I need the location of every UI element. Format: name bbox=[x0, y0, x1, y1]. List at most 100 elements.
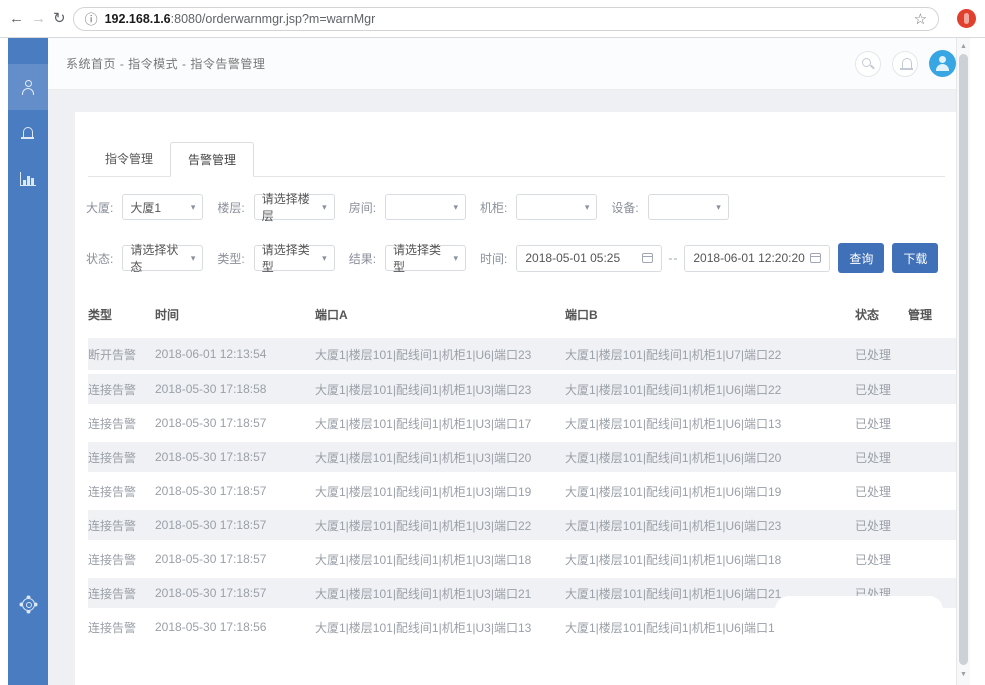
cell-manage bbox=[908, 372, 958, 406]
back-button[interactable]: ← bbox=[9, 11, 24, 26]
cell-time: 2018-05-30 17:18:58 bbox=[155, 372, 315, 406]
cell-type: 连接告警 bbox=[88, 610, 155, 644]
time-from-input[interactable]: 2018-05-01 05:25 bbox=[516, 245, 662, 272]
type-select[interactable]: 请选择类型▾ bbox=[254, 245, 335, 271]
cell-status: 已处理 bbox=[855, 474, 908, 508]
time-to-input[interactable]: 2018-06-01 12:20:20 bbox=[684, 245, 830, 272]
cell-status: 已处理 bbox=[855, 508, 908, 542]
alarm-table: 类型 时间 端口A 端口B 状态 管理 断开告警2018-06-01 12:13… bbox=[88, 306, 958, 646]
table-row[interactable]: 连接告警2018-05-30 17:18:57大厦1|楼层101|配线间1|机柜… bbox=[88, 542, 958, 576]
search-button[interactable] bbox=[855, 51, 881, 77]
cell-status: 已处理 bbox=[855, 372, 908, 406]
col-portA: 端口A bbox=[315, 306, 565, 338]
address-bar[interactable]: ⓘ 192.168.1.6:8080/orderwarnmgr.jsp?m=wa… bbox=[73, 7, 940, 31]
tab-bar: 指令管理 告警管理 bbox=[88, 142, 945, 177]
bookmark-star-icon[interactable]: ☆ bbox=[914, 10, 927, 28]
floor-select-value: 请选择楼层 bbox=[262, 190, 318, 224]
time-label: 时间: bbox=[480, 250, 507, 267]
download-button[interactable]: 下载 bbox=[892, 243, 938, 273]
cell-portA: 大厦1|楼层101|配线间1|机柜1|U6|端口23 bbox=[315, 338, 565, 372]
browser-profile-icon[interactable] bbox=[957, 9, 976, 28]
sidebar-item-users[interactable] bbox=[8, 64, 48, 110]
calendar-icon[interactable] bbox=[642, 253, 653, 263]
chevron-down-icon: ▾ bbox=[191, 202, 196, 213]
cell-type: 连接告警 bbox=[88, 372, 155, 406]
col-portB: 端口B bbox=[565, 306, 855, 338]
avatar[interactable] bbox=[929, 50, 956, 77]
table-row[interactable]: 断开告警2018-06-01 12:13:54大厦1|楼层101|配线间1|机柜… bbox=[88, 338, 958, 372]
scroll-down-icon[interactable]: ▼ bbox=[957, 668, 970, 681]
sidebar-item-reports[interactable] bbox=[8, 156, 48, 202]
chevron-down-icon: ▾ bbox=[454, 202, 459, 213]
status-select[interactable]: 请选择状态▾ bbox=[122, 245, 203, 271]
time-range-separator: -- bbox=[668, 251, 678, 265]
query-button[interactable]: 查询 bbox=[838, 243, 884, 273]
table-header-row: 类型 时间 端口A 端口B 状态 管理 bbox=[88, 306, 958, 338]
building-select-value: 大厦1 bbox=[130, 199, 161, 216]
result-select[interactable]: 请选择类型▾ bbox=[385, 245, 466, 271]
tab-alarm-mgmt[interactable]: 告警管理 bbox=[170, 142, 254, 177]
cell-portA: 大厦1|楼层101|配线间1|机柜1|U3|端口18 bbox=[315, 542, 565, 576]
scrollbar-thumb[interactable] bbox=[959, 54, 968, 665]
col-time: 时间 bbox=[155, 306, 315, 338]
white-artifact-overlay bbox=[775, 596, 943, 644]
tab-order-mgmt[interactable]: 指令管理 bbox=[88, 142, 170, 176]
filter-row-criteria: 状态: 请选择状态▾ 类型: 请选择类型▾ 结果: 请选择类型▾ 时间: 201… bbox=[86, 243, 958, 273]
building-select[interactable]: 大厦1 ▾ bbox=[122, 194, 203, 220]
cell-time: 2018-05-30 17:18:57 bbox=[155, 406, 315, 440]
cell-type: 连接告警 bbox=[88, 542, 155, 576]
chevron-down-icon: ▾ bbox=[454, 253, 459, 264]
sidebar-item-alarms[interactable] bbox=[8, 110, 48, 156]
filter-row-location: 大厦: 大厦1▾ 楼层: 请选择楼层▾ 房间: ▾ 机柜: ▾ 设备: ▾ bbox=[86, 194, 958, 220]
col-type: 类型 bbox=[88, 306, 155, 338]
cell-type: 连接告警 bbox=[88, 508, 155, 542]
col-status: 状态 bbox=[855, 306, 908, 338]
cell-time: 2018-05-30 17:18:56 bbox=[155, 610, 315, 644]
cell-time: 2018-05-30 17:18:57 bbox=[155, 440, 315, 474]
cell-manage bbox=[908, 508, 958, 542]
room-select[interactable]: ▾ bbox=[385, 194, 466, 220]
cell-portB: 大厦1|楼层101|配线间1|机柜1|U6|端口13 bbox=[565, 406, 855, 440]
reload-button[interactable]: ↻ bbox=[53, 11, 66, 26]
cell-portA: 大厦1|楼层101|配线间1|机柜1|U3|端口17 bbox=[315, 406, 565, 440]
content-area: 指令管理 告警管理 大厦: 大厦1▾ 楼层: 请选择楼层▾ 房间: ▾ 机柜: … bbox=[48, 90, 970, 685]
cell-time: 2018-05-30 17:18:57 bbox=[155, 576, 315, 610]
cell-portA: 大厦1|楼层101|配线间1|机柜1|U3|端口21 bbox=[315, 576, 565, 610]
cell-portA: 大厦1|楼层101|配线间1|机柜1|U3|端口19 bbox=[315, 474, 565, 508]
table-row[interactable]: 连接告警2018-05-30 17:18:57大厦1|楼层101|配线间1|机柜… bbox=[88, 440, 958, 474]
table-row[interactable]: 连接告警2018-05-30 17:18:57大厦1|楼层101|配线间1|机柜… bbox=[88, 406, 958, 440]
chart-icon bbox=[20, 172, 36, 186]
chevron-down-icon: ▾ bbox=[191, 253, 196, 264]
sidebar-item-settings[interactable] bbox=[8, 581, 48, 627]
cell-time: 2018-05-30 17:18:57 bbox=[155, 542, 315, 576]
notifications-button[interactable] bbox=[892, 51, 918, 77]
floor-select[interactable]: 请选择楼层▾ bbox=[254, 194, 335, 220]
device-select[interactable]: ▾ bbox=[648, 194, 729, 220]
table-row[interactable]: 连接告警2018-05-30 17:18:57大厦1|楼层101|配线间1|机柜… bbox=[88, 508, 958, 542]
url-text: 192.168.1.6:8080/orderwarnmgr.jsp?m=warn… bbox=[105, 12, 376, 26]
time-from-value: 2018-05-01 05:25 bbox=[525, 251, 620, 265]
url-path: :8080/orderwarnmgr.jsp?m=warnMgr bbox=[171, 12, 376, 26]
cell-status: 已处理 bbox=[855, 406, 908, 440]
page-scrollbar[interactable]: ▲ ▼ bbox=[956, 38, 970, 685]
cell-portB: 大厦1|楼层101|配线间1|机柜1|U6|端口20 bbox=[565, 440, 855, 474]
main-card: 指令管理 告警管理 大厦: 大厦1▾ 楼层: 请选择楼层▾ 房间: ▾ 机柜: … bbox=[75, 112, 958, 685]
url-host: 192.168.1.6 bbox=[105, 12, 171, 26]
table-row[interactable]: 连接告警2018-05-30 17:18:57大厦1|楼层101|配线间1|机柜… bbox=[88, 474, 958, 508]
calendar-icon[interactable] bbox=[810, 253, 821, 263]
cabinet-select[interactable]: ▾ bbox=[516, 194, 597, 220]
cell-portA: 大厦1|楼层101|配线间1|机柜1|U3|端口22 bbox=[315, 508, 565, 542]
notification-bell-icon bbox=[899, 57, 915, 72]
cell-manage bbox=[908, 542, 958, 576]
chevron-down-icon: ▾ bbox=[322, 202, 327, 213]
cell-time: 2018-05-30 17:18:57 bbox=[155, 474, 315, 508]
cell-portA: 大厦1|楼层101|配线间1|机柜1|U3|端口20 bbox=[315, 440, 565, 474]
result-select-value: 请选择类型 bbox=[393, 241, 449, 275]
search-icon bbox=[862, 58, 876, 72]
table-row[interactable]: 连接告警2018-05-30 17:18:58大厦1|楼层101|配线间1|机柜… bbox=[88, 372, 958, 406]
breadcrumb: 系统首页 - 指令模式 - 指令告警管理 bbox=[66, 55, 265, 72]
scroll-up-icon[interactable]: ▲ bbox=[957, 40, 970, 53]
forward-button[interactable]: → bbox=[31, 11, 46, 26]
cell-portA: 大厦1|楼层101|配线间1|机柜1|U3|端口23 bbox=[315, 372, 565, 406]
page-info-icon[interactable]: ⓘ bbox=[85, 9, 98, 28]
